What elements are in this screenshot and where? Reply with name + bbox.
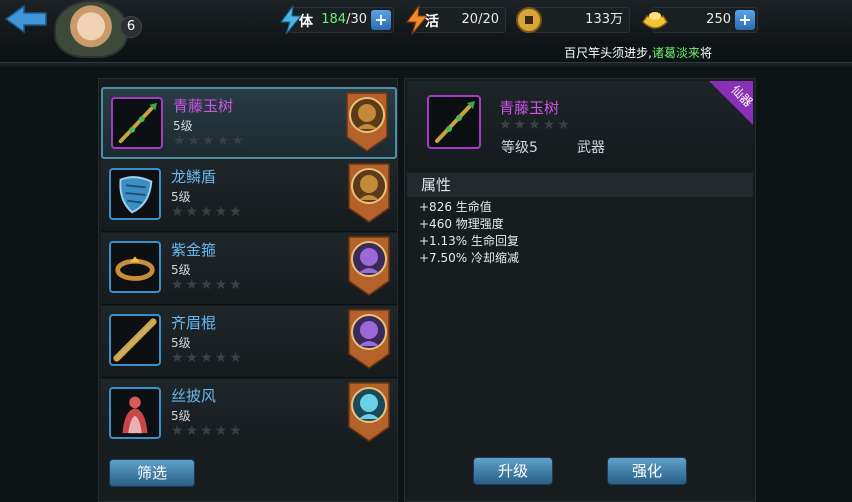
upgrade-button[interactable]: 升级: [473, 457, 553, 485]
attributes-title: 属性: [407, 173, 753, 197]
top-bar: 6 体 184/30 + 活 20/20 133万 250 +: [0, 0, 852, 58]
equipment-name: 龙鳞盾: [171, 168, 217, 186]
hero-portrait-badge[interactable]: [347, 235, 391, 297]
attribute-line: +1.13% 生命回复: [419, 234, 519, 248]
equipment-name: 齐眉棍: [171, 314, 217, 332]
equipment-name: 紫金箍: [171, 241, 217, 259]
equipment-detail-panel: 青藤玉树 ★★★★★ 等级5 武器 仙器 属性 +826 生命值 +460 物理…: [404, 78, 756, 502]
equipment-level: 5级: [171, 336, 191, 350]
equipment-row[interactable]: 龙鳞盾 5级 ★★★★★: [101, 160, 397, 232]
detail-header: 青藤玉树 ★★★★★ 等级5 武器 仙器: [407, 81, 753, 171]
frame-divider: [0, 62, 852, 70]
gold-ring-icon: [109, 241, 161, 293]
stamina-bar: 体 184/30 +: [280, 4, 394, 35]
star-rating: ★★★★★: [171, 204, 244, 220]
stamina-add-button[interactable]: +: [371, 10, 391, 30]
equipment-level: 5级: [171, 190, 191, 204]
equipment-name: 青藤玉树: [173, 97, 234, 115]
ingot-bar: 250 +: [642, 7, 758, 33]
hero-portrait-badge[interactable]: [347, 308, 391, 370]
detail-grade: 等级5: [501, 140, 538, 156]
coin-bar: 133万: [516, 7, 630, 33]
attributes-list: +826 生命值 +460 物理强度 +1.13% 生命回复 +7.50% 冷却…: [419, 199, 519, 267]
stamina-value: 184/30: [321, 12, 367, 27]
attribute-line: +460 物理强度: [419, 217, 504, 231]
equipment-list-panel: 青藤玉树 5级 ★★★★★ 龙鳞盾 5级 ★★★★★ 紫金箍 5级 ★★★★★ 齐眉棍 5级 ★★★★…: [98, 78, 398, 502]
star-rating: ★★★★★: [171, 277, 244, 293]
jade-staff-icon: [427, 95, 481, 149]
equipment-level: 5级: [171, 409, 191, 423]
attribute-line: +7.50% 冷却缩减: [419, 251, 519, 265]
equipment-row[interactable]: 丝披风 5级 ★★★★★: [101, 379, 397, 447]
vitality-value: 20/20: [461, 12, 499, 27]
scrolling-hint: 百尺竿头须进步,诸葛淡来将: [564, 46, 712, 60]
equipment-list[interactable]: 青藤玉树 5级 ★★★★★ 龙鳞盾 5级 ★★★★★ 紫金箍 5级 ★★★★★ 齐眉棍 5级 ★★★★…: [101, 87, 397, 447]
coin-value: 133万: [585, 12, 623, 27]
back-arrow-icon[interactable]: [4, 4, 48, 34]
ingot-add-button[interactable]: +: [735, 10, 755, 30]
equipment-row[interactable]: 紫金箍 5级 ★★★★★: [101, 233, 397, 305]
equipment-level: 5级: [171, 263, 191, 277]
vitality-bar: 活 20/20: [406, 4, 506, 35]
enhance-button[interactable]: 强化: [607, 457, 687, 485]
player-avatar[interactable]: [54, 0, 128, 58]
dragon-shield-icon: [109, 168, 161, 220]
equipment-row[interactable]: 青藤玉树 5级 ★★★★★: [101, 87, 397, 159]
stamina-label: 体: [299, 14, 313, 30]
vitality-label: 活: [425, 14, 439, 30]
immortal-tag: 仙器: [709, 81, 753, 125]
hero-portrait-badge[interactable]: [345, 91, 389, 153]
equipment-name: 丝披风: [171, 387, 217, 405]
player-level-badge: 6: [120, 16, 142, 38]
hero-portrait-badge[interactable]: [347, 162, 391, 224]
detail-star-rating: ★★★★★: [499, 117, 572, 133]
star-rating: ★★★★★: [173, 133, 246, 149]
filter-button[interactable]: 筛选: [109, 459, 195, 487]
golden-cudgel-icon: [109, 314, 161, 366]
detail-type: 武器: [577, 140, 605, 156]
detail-item-name: 青藤玉树: [499, 99, 560, 117]
coin-icon: [516, 7, 542, 33]
equipment-level: 5级: [173, 119, 193, 133]
gold-ingot-icon: [642, 12, 668, 29]
silk-cape-icon: [109, 387, 161, 439]
star-rating: ★★★★★: [171, 423, 244, 439]
equipment-row[interactable]: 齐眉棍 5级 ★★★★★: [101, 306, 397, 378]
jade-staff-icon: [111, 97, 163, 149]
ingot-value: 250: [706, 12, 731, 27]
attribute-line: +826 生命值: [419, 200, 492, 214]
star-rating: ★★★★★: [171, 350, 244, 366]
hero-portrait-badge[interactable]: [347, 381, 391, 443]
